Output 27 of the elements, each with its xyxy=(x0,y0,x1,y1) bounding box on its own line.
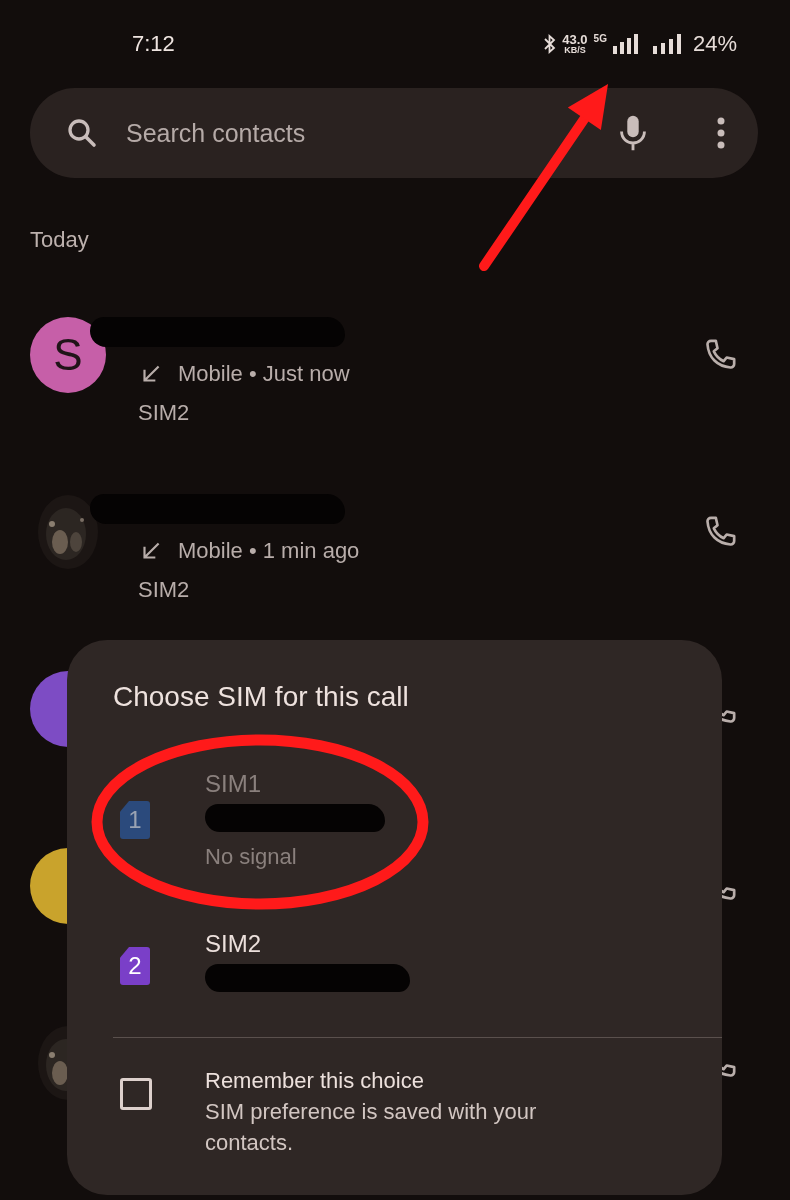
section-header: Today xyxy=(29,226,89,254)
checkbox[interactable] xyxy=(120,1078,152,1110)
checkbox-label: Remember this choice xyxy=(205,1067,424,1095)
sim-card-icon: 1 xyxy=(120,801,150,839)
sim-label: SIM2 xyxy=(138,577,190,603)
network-speed: 43.0 xyxy=(562,33,588,46)
signal-icon xyxy=(652,34,683,54)
sim-name: SIM1 xyxy=(205,769,261,799)
bluetooth-icon xyxy=(544,34,557,54)
network-type: 5G xyxy=(593,33,607,44)
checkbox-hint: SIM preference is saved with your contacts. xyxy=(205,1098,538,1157)
microphone-icon[interactable] xyxy=(618,113,648,153)
sim-option[interactable]: 2 SIM2 xyxy=(113,929,722,1003)
speed-unit: KB/S xyxy=(564,46,586,55)
search-field[interactable]: Search contacts xyxy=(126,118,592,148)
sim-label: SIM2 xyxy=(138,400,190,426)
sim-name: SIM2 xyxy=(205,929,261,959)
more-options-icon[interactable] xyxy=(716,116,726,150)
clock: 7:12 xyxy=(132,31,176,57)
sim-card-icon: 2 xyxy=(120,947,150,985)
battery-level: 24% xyxy=(692,31,737,57)
dialog-title: Choose SIM for this call xyxy=(113,680,409,714)
avatar: S xyxy=(30,317,106,393)
call-detail: Mobile • 1 min ago xyxy=(178,538,360,564)
sim-status: No signal xyxy=(205,843,297,871)
signal-icon xyxy=(612,34,639,54)
call-detail: Mobile • Just now xyxy=(178,361,350,387)
